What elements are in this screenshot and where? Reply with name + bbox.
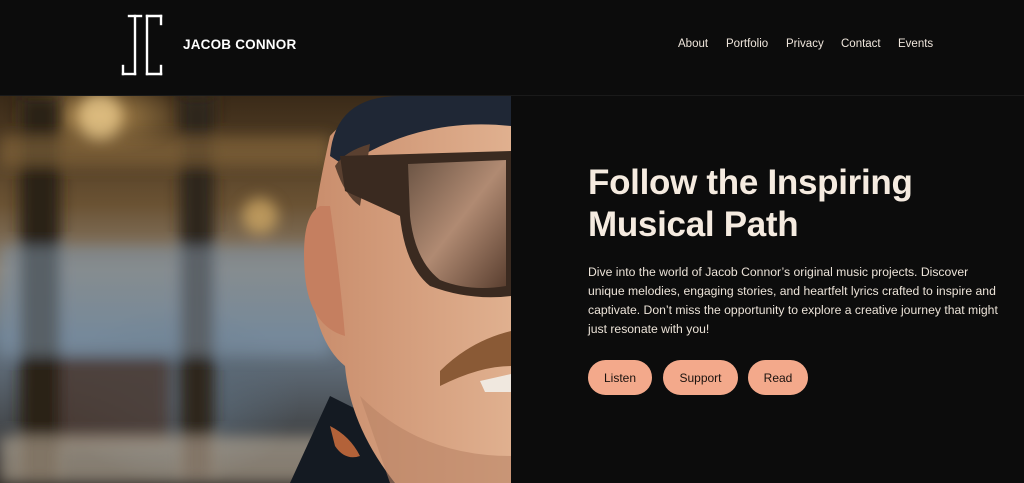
hero-description: Dive into the world of Jacob Connor’s or… (588, 265, 998, 336)
read-button[interactable]: Read (748, 360, 808, 395)
support-button[interactable]: Support (663, 360, 738, 395)
hero-content: Follow the Inspiring Musical Path Dive i… (588, 162, 1008, 339)
nav-about[interactable]: About (678, 38, 708, 50)
hero-title-line2: Musical Path (588, 205, 799, 244)
listen-button[interactable]: Listen (588, 360, 652, 395)
nav-contact[interactable]: Contact (841, 38, 881, 50)
brand-name[interactable]: JACOB CONNOR (183, 37, 296, 52)
nav-events[interactable]: Events (898, 38, 933, 50)
hero-photo (0, 96, 511, 483)
jc-logo-icon[interactable] (121, 14, 163, 76)
nav-portfolio[interactable]: Portfolio (726, 38, 768, 50)
site-header: JACOB CONNOR About Portfolio Privacy Con… (0, 0, 1024, 96)
hero-title: Follow the Inspiring Musical Path (588, 162, 1008, 246)
nav-privacy[interactable]: Privacy (786, 38, 824, 50)
hero-title-line1: Follow the Inspiring (588, 163, 913, 202)
portrait-illustration (0, 96, 511, 483)
